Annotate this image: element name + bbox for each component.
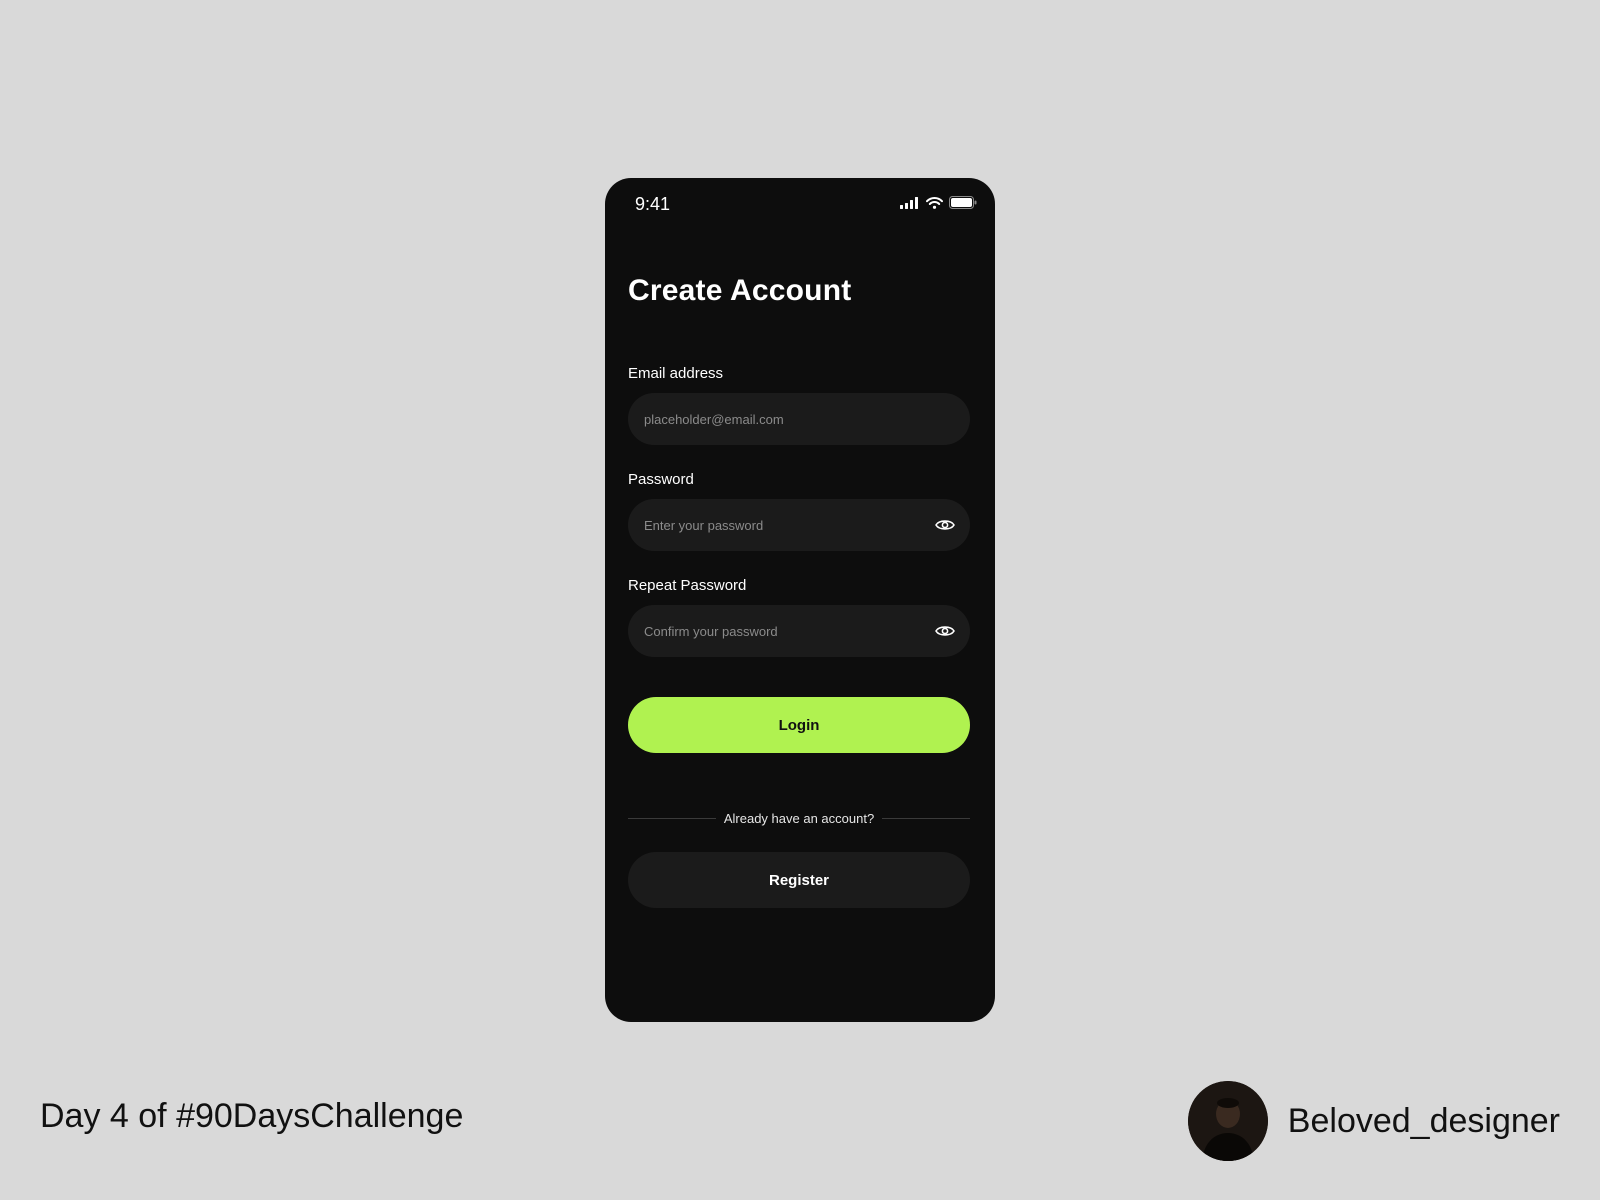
email-label: Email address [628,365,724,382]
divider-text: Already have an account? [723,810,875,826]
author-badge: Beloved_designer [1187,1081,1560,1161]
page-title: Create Account [628,274,852,307]
signal-icon [900,196,920,209]
divider-line-left [628,817,716,819]
register-button[interactable]: Register [628,852,970,908]
login-button[interactable]: Login [628,697,970,753]
password-field[interactable] [628,499,970,551]
email-field-container [628,393,970,445]
status-bar: 9:41 [605,178,995,232]
phone-screen: 9:41 Create Account Email address placeh… [605,178,995,1022]
email-field[interactable] [628,393,970,445]
repeat-password-field-container [628,605,970,657]
status-time: 9:41 [635,194,671,214]
eye-icon[interactable] [934,620,956,642]
divider: Already have an account? [628,808,971,828]
repeat-password-label: Repeat Password [628,577,747,594]
eye-icon[interactable] [934,514,956,536]
repeat-password-field[interactable] [628,605,970,657]
avatar [1187,1081,1268,1161]
divider-line-right [882,817,971,819]
author-name: Beloved_designer [1287,1101,1560,1140]
password-label: Password [628,471,694,488]
wifi-icon [926,196,943,209]
battery-icon [949,196,977,209]
challenge-caption: Day 4 of #90DaysChallenge [40,1097,464,1135]
status-icons [900,196,977,209]
password-field-container [628,499,970,551]
